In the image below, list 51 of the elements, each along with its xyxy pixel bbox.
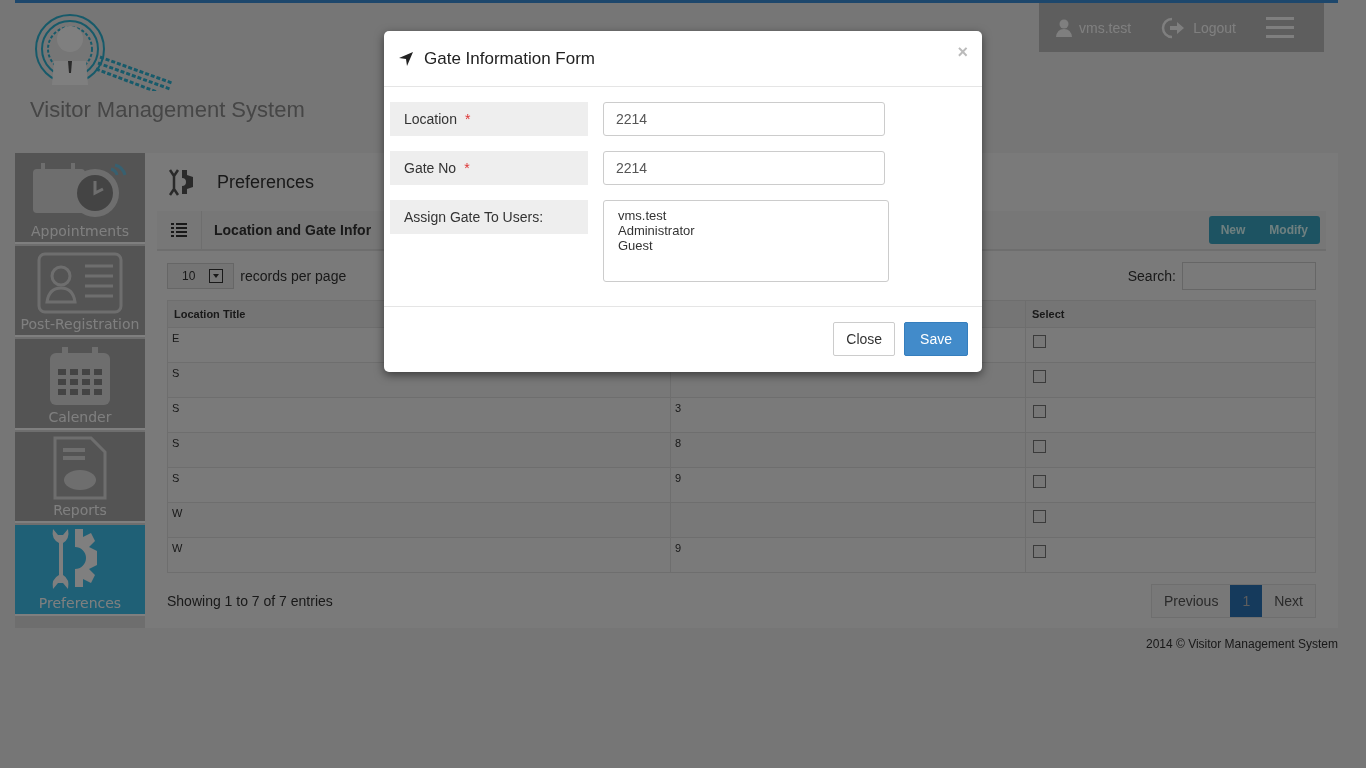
table-cell: W [167, 537, 671, 573]
input-field[interactable]: 2214 [603, 102, 885, 136]
modify-button[interactable]: Modify [1257, 216, 1320, 244]
table-cell: S [167, 397, 671, 433]
row-checkbox[interactable] [1033, 440, 1046, 453]
entries-info: Showing 1 to 7 of 7 entries [167, 593, 333, 609]
panel-title: Location and Gate Infor [214, 222, 372, 238]
table-cell: S [167, 467, 671, 503]
list-icon [171, 223, 187, 237]
input-field[interactable]: 2214 [603, 151, 885, 185]
close-button[interactable]: × [957, 42, 968, 63]
footer-text: 2014 © Visitor Management System [1145, 637, 1338, 651]
table-cell: 9 [670, 467, 1026, 503]
table-cell: 3 [670, 397, 1026, 433]
dialog-title: Gate Information Form [424, 48, 595, 69]
row-checkbox[interactable] [1033, 405, 1046, 418]
table-cell: S [167, 432, 671, 468]
location-arrow-icon [398, 50, 414, 67]
page-button[interactable]: 1 [1230, 585, 1263, 617]
row-checkbox[interactable] [1033, 475, 1046, 488]
required-mark: * [464, 111, 471, 127]
table-cell: 9 [670, 537, 1026, 573]
row-checkbox[interactable] [1033, 510, 1046, 523]
report-icon [53, 436, 107, 500]
field-label: Assign Gate To Users: [390, 200, 588, 234]
row-checkbox[interactable] [1033, 545, 1046, 558]
row-checkbox[interactable] [1033, 370, 1046, 383]
sidebar-item[interactable]: Preferences [15, 525, 145, 616]
user-icon [1055, 18, 1074, 37]
table-cell: 8 [670, 432, 1026, 468]
caret-icon [209, 269, 224, 283]
close-button[interactable]: Close [833, 322, 896, 356]
field-label: Location * [390, 102, 588, 136]
list-option[interactable]: vms.test [618, 208, 874, 223]
user-list[interactable]: vms.test Administrator Guest [603, 200, 889, 282]
list-option[interactable]: Administrator [618, 223, 874, 238]
calendar-icon [48, 345, 112, 407]
id-card-icon [37, 252, 123, 314]
new-button[interactable]: New [1208, 216, 1258, 244]
search-label: Search: [1127, 268, 1176, 284]
column-header[interactable]: Select [1025, 300, 1316, 328]
field-label: Gate No * [390, 151, 588, 185]
page-size-label: records per page [240, 268, 347, 284]
required-mark: * [464, 160, 470, 176]
row-checkbox[interactable] [1033, 335, 1046, 348]
page-title: Preferences [217, 171, 315, 193]
list-option[interactable]: Guest [618, 238, 874, 253]
page-size-select[interactable]: 10 [167, 263, 235, 289]
save-button[interactable]: Save [904, 322, 968, 356]
table-cell: W [167, 502, 671, 538]
menu-icon[interactable] [1266, 15, 1294, 40]
